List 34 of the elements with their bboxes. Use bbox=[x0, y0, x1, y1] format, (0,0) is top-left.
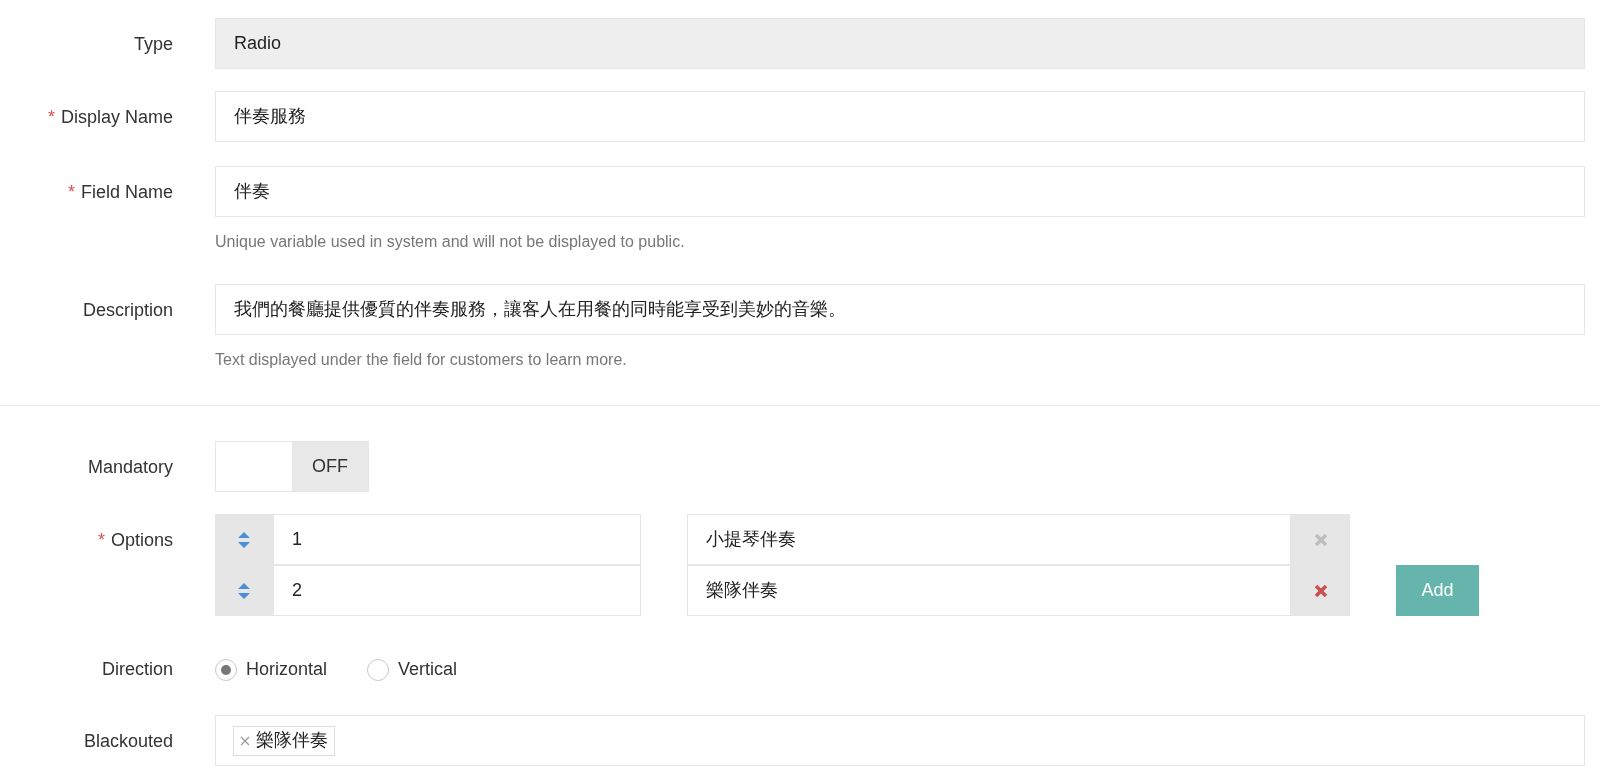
remove-button[interactable] bbox=[1291, 514, 1350, 565]
drag-handle[interactable] bbox=[215, 565, 273, 616]
tag-select-field[interactable]: 樂隊伴奏 bbox=[215, 715, 1585, 766]
close-icon bbox=[1313, 532, 1328, 547]
field-label: Mandatory bbox=[87, 456, 173, 479]
tag-chip: 樂隊伴奏 bbox=[233, 725, 335, 756]
radio-option[interactable]: Horizontal bbox=[215, 656, 328, 683]
field-label: Type bbox=[133, 33, 173, 56]
option-value-field[interactable]: 2 bbox=[273, 565, 641, 616]
required-asterisk: * bbox=[67, 181, 75, 204]
toggle-switch[interactable]: OFF bbox=[215, 441, 369, 492]
text-field[interactable]: 伴奏 bbox=[215, 166, 1585, 217]
close-icon bbox=[1313, 583, 1328, 598]
text-field[interactable]: 我們的餐廳提供優質的伴奏服務，讓客人在用餐的同時能享受到美妙的音樂。 bbox=[215, 284, 1585, 335]
field-label: Options bbox=[110, 529, 173, 552]
field-label: Blackouted bbox=[83, 730, 173, 753]
close-icon[interactable] bbox=[240, 735, 250, 746]
radio-option[interactable]: Vertical bbox=[367, 656, 458, 683]
required-asterisk: * bbox=[47, 106, 55, 129]
required-asterisk: * bbox=[97, 529, 105, 552]
field-label: Field Name bbox=[80, 181, 173, 204]
text-field[interactable]: 伴奏服務 bbox=[215, 91, 1585, 142]
field-label: Description bbox=[82, 299, 173, 322]
sort-arrows-icon bbox=[238, 531, 250, 548]
hint-text: Unique variable used in system and will not be displayed to public. bbox=[215, 232, 686, 252]
option-value-field[interactable]: 1 bbox=[273, 514, 641, 565]
field-label: Direction bbox=[101, 658, 173, 681]
remove-button[interactable] bbox=[1291, 565, 1350, 616]
field-label: Display Name bbox=[60, 106, 173, 129]
option-text-field[interactable]: 樂隊伴奏 bbox=[687, 565, 1291, 616]
hint-text: Text displayed under the field for customers to learn more. bbox=[215, 350, 628, 370]
option-text-field[interactable]: 小提琴伴奏 bbox=[687, 514, 1291, 565]
sort-arrows-icon bbox=[238, 582, 250, 599]
drag-handle[interactable] bbox=[215, 514, 273, 565]
